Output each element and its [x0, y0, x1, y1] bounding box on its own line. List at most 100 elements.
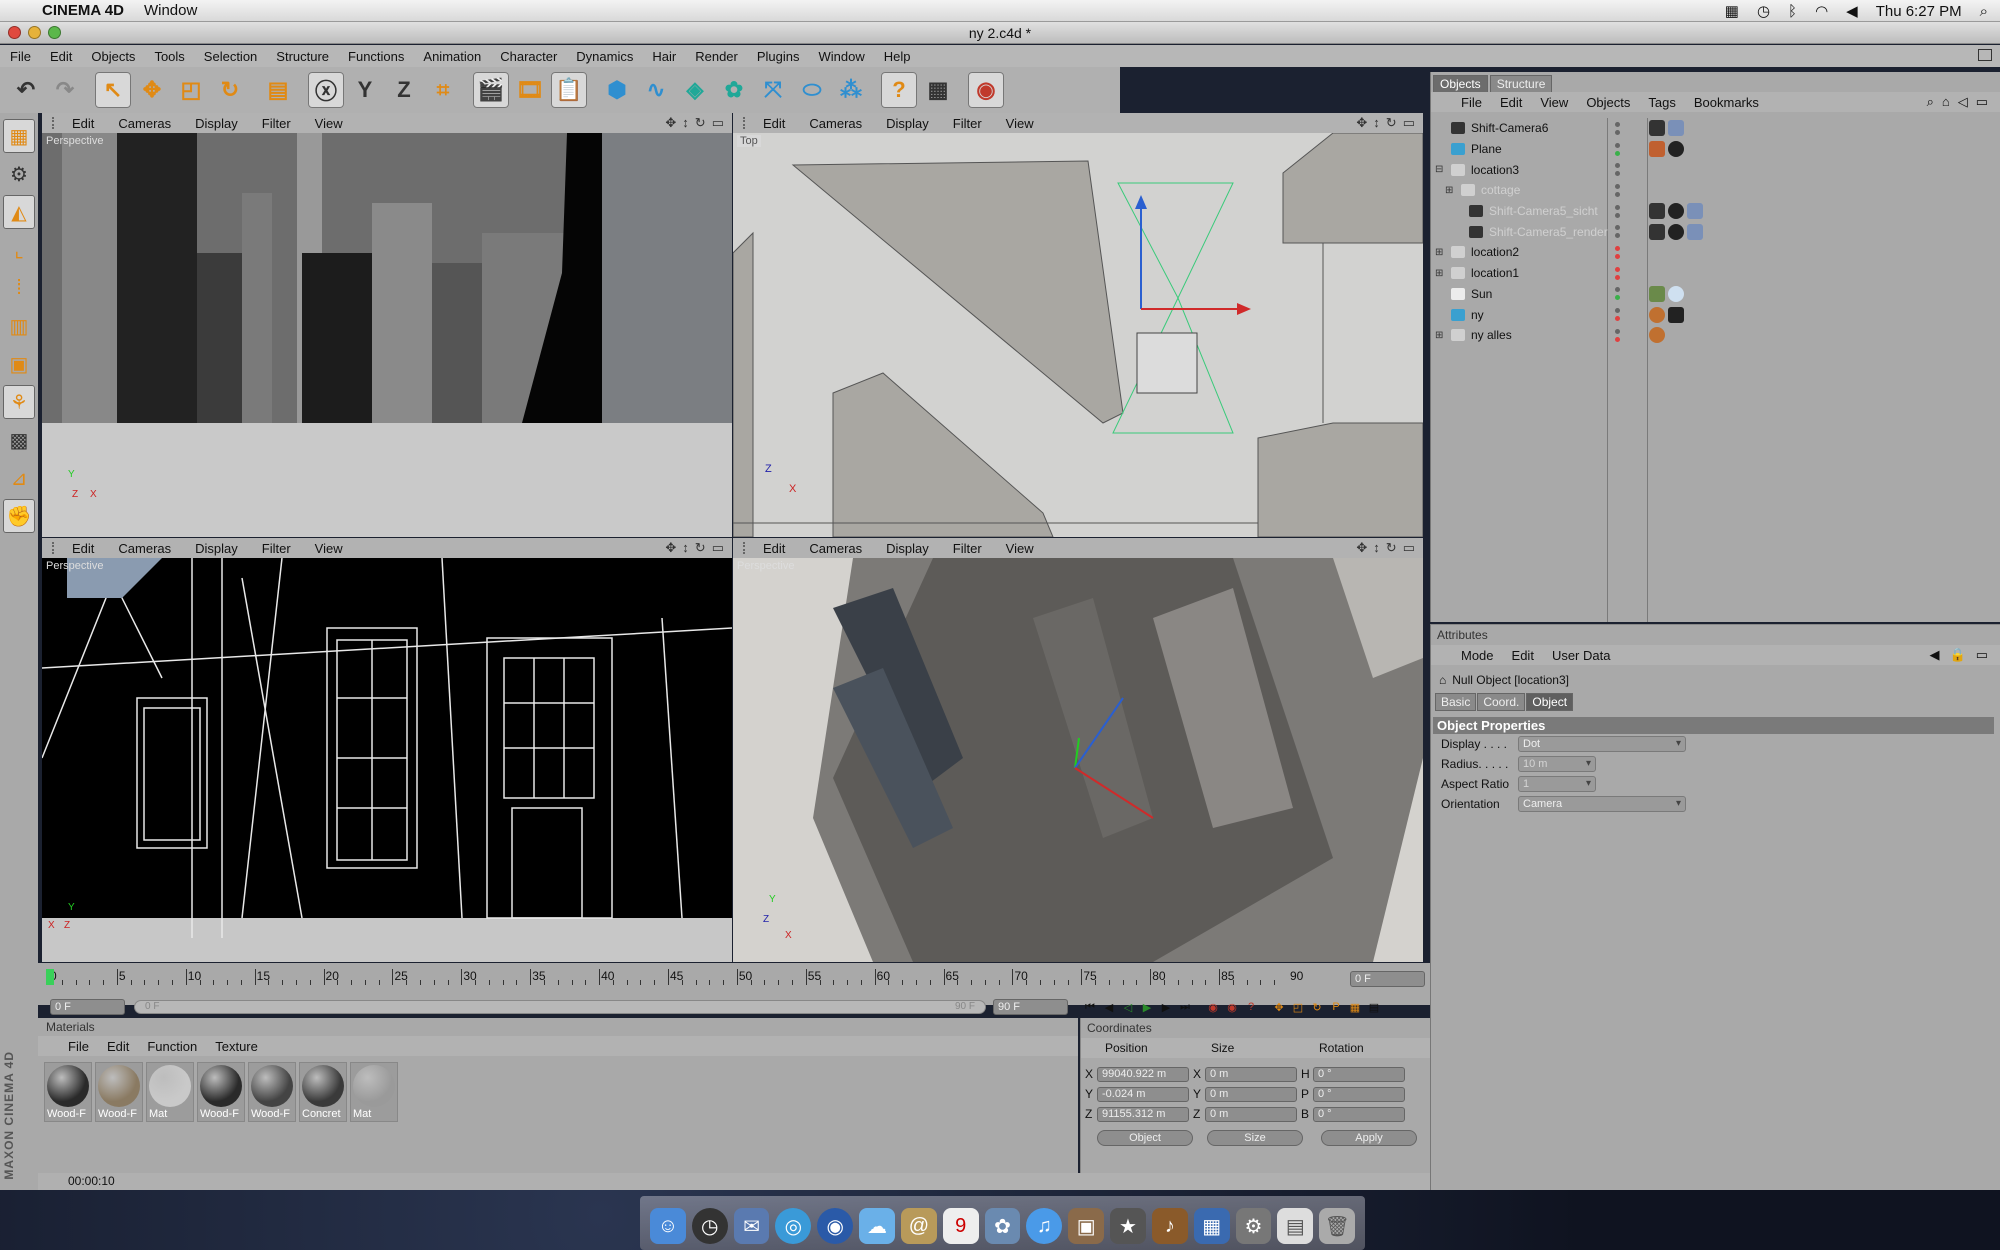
menu-help[interactable]: Help	[884, 49, 911, 64]
record-icon[interactable]: ◉	[1205, 999, 1221, 1015]
obj-menu-bookmarks[interactable]: Bookmarks	[1694, 95, 1759, 110]
points-mode-icon[interactable]: ⁞	[3, 271, 35, 305]
undo-icon[interactable]: ↶	[8, 72, 44, 108]
object-mode-icon[interactable]: ⚙	[3, 157, 35, 191]
menubar-window[interactable]: Window	[144, 2, 197, 19]
vp-menu-filter[interactable]: Filter	[262, 541, 291, 556]
scale-key-icon[interactable]: ◰	[1290, 999, 1306, 1015]
rotation-h-field[interactable]: 0 °	[1313, 1066, 1405, 1082]
maximize-icon[interactable]: ▭	[712, 540, 724, 556]
edges-mode-icon[interactable]: ▥	[3, 309, 35, 343]
current-frame-field[interactable]: 0 F	[1350, 971, 1425, 987]
goto-end-icon[interactable]: ⏭	[1177, 999, 1193, 1015]
volume-icon[interactable]: ◀	[1846, 2, 1858, 20]
rotation-key-icon[interactable]: ↻	[1309, 999, 1325, 1015]
size-x-field[interactable]: 0 m	[1205, 1066, 1297, 1082]
deformer-icon[interactable]: ⤧	[755, 72, 791, 108]
vp-menu-view[interactable]: View	[315, 116, 343, 131]
vp-menu-cameras[interactable]: Cameras	[118, 116, 171, 131]
material-swatch[interactable]: Wood-F	[44, 1062, 92, 1122]
obj-menu-edit[interactable]: Edit	[1500, 95, 1522, 110]
menu-selection[interactable]: Selection	[204, 49, 257, 64]
ichat-icon[interactable]: ☁	[859, 1208, 895, 1244]
obj-menu-file[interactable]: File	[1461, 95, 1482, 110]
app-menu-name[interactable]: CINEMA 4D	[42, 2, 124, 19]
zoom-window-button[interactable]	[48, 26, 61, 39]
pla-key-icon[interactable]: ▦	[1347, 999, 1363, 1015]
z-axis-lock-icon[interactable]: Z	[386, 72, 422, 108]
spotlight-icon[interactable]: ⌕	[1980, 3, 1988, 20]
tab-structure[interactable]: Structure	[1489, 75, 1553, 92]
viewport-canvas[interactable]: Perspective Y Z X	[733, 558, 1423, 962]
polygons-mode-icon[interactable]: ▣	[3, 347, 35, 381]
axis-mode-icon[interactable]: ⌞	[3, 233, 35, 267]
material-swatch[interactable]: Wood-F	[95, 1062, 143, 1122]
mat-menu-texture[interactable]: Texture	[215, 1039, 258, 1054]
viewport-canvas[interactable]: Perspective Y Z X	[42, 133, 732, 537]
address-book-icon[interactable]: @	[900, 1208, 937, 1244]
obj-menu-tags[interactable]: Tags	[1648, 95, 1675, 110]
radius-field[interactable]: 10 m	[1518, 756, 1596, 772]
layout-toggle-icon[interactable]	[1978, 49, 1992, 61]
vp-menu-view[interactable]: View	[1006, 116, 1034, 131]
maximize-icon[interactable]: ▭	[1403, 540, 1415, 556]
object-name[interactable]: ny	[1471, 308, 1671, 322]
aspect-ratio-field[interactable]: 1	[1518, 776, 1596, 792]
zoom-icon[interactable]: ↕	[682, 540, 689, 556]
live-selection-icon[interactable]: ↖	[95, 72, 131, 108]
photo-icon[interactable]: ▣	[1068, 1208, 1105, 1244]
recent-tools-icon[interactable]: ▤	[260, 72, 296, 108]
start-frame-field[interactable]: 0 F	[50, 999, 125, 1015]
system-prefs-icon[interactable]: ⚙	[1235, 1208, 1272, 1244]
keyframe-selection-icon[interactable]: ?	[1243, 999, 1259, 1015]
zoom-icon[interactable]: ↕	[1373, 115, 1380, 131]
menu-dynamics[interactable]: Dynamics	[576, 49, 633, 64]
maximize-icon[interactable]: ▭	[712, 115, 724, 131]
menu-plugins[interactable]: Plugins	[757, 49, 800, 64]
menu-hair[interactable]: Hair	[652, 49, 676, 64]
home-icon[interactable]: ⌂	[1942, 94, 1950, 110]
render-picture-viewer-icon[interactable]: 🎞	[512, 72, 548, 108]
apply-button[interactable]: Apply	[1321, 1130, 1417, 1146]
nurbs-icon[interactable]: ◈	[677, 72, 713, 108]
viewport-canvas[interactable]: Perspective Y X Z	[42, 558, 732, 962]
attr-tab-object[interactable]: Object	[1526, 693, 1574, 711]
display-dropdown[interactable]: Dot	[1518, 736, 1686, 752]
vp-menu-edit[interactable]: Edit	[763, 541, 785, 556]
trash-icon[interactable]: 🗑	[1319, 1208, 1356, 1244]
object-name[interactable]: ny alles	[1471, 328, 1671, 342]
vp-menu-filter[interactable]: Filter	[953, 116, 982, 131]
timeline-window-icon[interactable]: ▦	[920, 72, 956, 108]
attr-tab-coord[interactable]: Coord.	[1477, 693, 1526, 711]
object-name[interactable]: Shift-Camera6	[1471, 121, 1671, 135]
object-row[interactable]: ny	[1431, 304, 2000, 325]
attr-menu-userdata[interactable]: User Data	[1552, 648, 1611, 663]
position-z-field[interactable]: 91155.312 m	[1097, 1106, 1189, 1122]
material-swatch[interactable]: Wood-F	[248, 1062, 296, 1122]
position-x-field[interactable]: 99040.922 m	[1097, 1066, 1189, 1082]
safari-icon[interactable]: ◎	[775, 1208, 812, 1244]
attr-tab-basic[interactable]: Basic	[1435, 693, 1477, 711]
material-swatch[interactable]: Concret	[299, 1062, 347, 1122]
orbit-icon[interactable]: ↻	[695, 115, 706, 131]
x-axis-lock-icon[interactable]: ⓧ	[308, 72, 344, 108]
help-icon[interactable]: ?	[881, 72, 917, 108]
object-name[interactable]: cottage	[1481, 183, 1681, 197]
menubar-clock[interactable]: Thu 6:27 PM	[1876, 3, 1962, 20]
y-axis-lock-icon[interactable]: Y	[347, 72, 383, 108]
next-key-icon[interactable]: ▶	[1158, 999, 1174, 1015]
vp-menu-display[interactable]: Display	[886, 116, 929, 131]
rotation-p-field[interactable]: 0 °	[1313, 1086, 1405, 1102]
object-row[interactable]: Shift-Camera6	[1431, 118, 2000, 139]
maximize-icon[interactable]: ▭	[1403, 115, 1415, 131]
menu-tools[interactable]: Tools	[154, 49, 184, 64]
object-name[interactable]: Sun	[1471, 287, 1671, 301]
tab-objects[interactable]: Objects	[1433, 75, 1488, 92]
mat-menu-file[interactable]: File	[68, 1039, 89, 1054]
vp-menu-edit[interactable]: Edit	[72, 541, 94, 556]
vp-menu-filter[interactable]: Filter	[262, 116, 291, 131]
panel-options-icon[interactable]: ▭	[1976, 94, 1988, 110]
ical-icon[interactable]: 9	[942, 1208, 979, 1244]
object-row[interactable]: Shift-Camera5_render	[1431, 221, 2000, 242]
play-backward-icon[interactable]: ◁	[1120, 999, 1136, 1015]
